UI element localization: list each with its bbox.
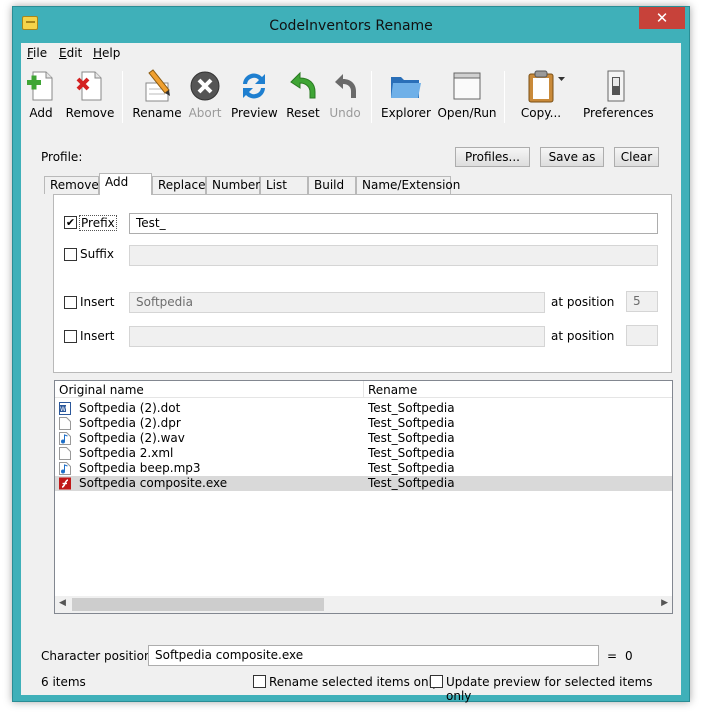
character-position-result: 0: [625, 649, 633, 663]
character-position-input[interactable]: Softpedia composite.exe: [148, 645, 599, 666]
rename-selected-only-checkbox[interactable]: [253, 675, 266, 688]
update-preview-selected-checkbox[interactable]: [430, 675, 443, 688]
scroll-right-arrow-icon[interactable]: ▶: [661, 598, 668, 608]
add-tab-panel: ✔ Prefix Test_ Suffix Insert Softpedia a…: [53, 194, 672, 373]
toolbar-separator: [371, 71, 372, 123]
column-divider[interactable]: [363, 381, 364, 398]
equals-sign: =: [607, 649, 618, 663]
window-icon: [451, 69, 483, 103]
tab-replace[interactable]: Replace: [152, 176, 206, 194]
profile-label: Profile:: [41, 150, 83, 164]
column-rename[interactable]: Rename: [368, 383, 417, 397]
word-doc-icon: W: [59, 402, 71, 415]
tab-add[interactable]: Add: [99, 173, 152, 195]
blank-file-icon: [59, 447, 71, 460]
toolbar-separator: [122, 71, 123, 123]
profiles-button[interactable]: Profiles...: [455, 147, 530, 167]
folder-icon: [389, 69, 421, 103]
menu-bar: File Edit Help: [21, 43, 681, 63]
tab-number[interactable]: Number: [206, 176, 260, 194]
suffix-checkbox[interactable]: [64, 248, 77, 261]
window-title: CodeInventors Rename: [269, 18, 433, 34]
abort-icon: [189, 69, 221, 103]
menu-file[interactable]: File: [27, 46, 47, 60]
insert-text-input-2[interactable]: [129, 326, 545, 347]
copy-button[interactable]: Copy...: [513, 69, 569, 127]
remove-file-icon: [74, 69, 106, 103]
item-count: 6 items: [41, 675, 86, 689]
save-as-button[interactable]: Save as: [540, 147, 604, 167]
prefix-checkbox[interactable]: ✔: [64, 216, 77, 229]
column-original-name[interactable]: Original name: [59, 383, 144, 397]
svg-text:W: W: [60, 406, 66, 413]
tab-build[interactable]: Build: [308, 176, 356, 194]
app-window: CodeInventors Rename ✕ File Edit Help Ad…: [12, 6, 690, 703]
prefix-input[interactable]: Test_: [129, 213, 658, 234]
reset-button[interactable]: Reset: [285, 69, 321, 127]
explorer-button[interactable]: Explorer: [381, 69, 431, 127]
insert-text-input-1[interactable]: Softpedia: [129, 292, 545, 313]
tab-list[interactable]: List: [260, 176, 308, 194]
suffix-label: Suffix: [80, 247, 114, 261]
rename-selected-only-label: Rename selected items only: [269, 675, 440, 689]
add-file-icon: [25, 69, 57, 103]
close-button[interactable]: ✕: [639, 7, 685, 29]
remove-button[interactable]: Remove: [65, 69, 115, 127]
abort-button[interactable]: Abort: [187, 69, 223, 127]
list-row[interactable]: Softpedia beep.mp3 Test_Softpedia: [55, 461, 672, 476]
audio-file-icon: [59, 462, 71, 475]
file-list[interactable]: Original name Rename W Softpedia (2).dot…: [54, 380, 673, 614]
open-run-button[interactable]: Open/Run: [437, 69, 497, 127]
insert-label-1: Insert: [80, 295, 115, 309]
undo-arrow-icon: [287, 69, 319, 103]
character-position-label: Character position: [41, 649, 152, 663]
list-row[interactable]: Softpedia 2.xml Test_Softpedia: [55, 446, 672, 461]
undo-icon: [329, 69, 361, 103]
at-position-label-1: at position: [551, 295, 615, 309]
at-position-label-2: at position: [551, 329, 615, 343]
audio-file-icon: [59, 432, 71, 445]
list-row[interactable]: Softpedia (2).dpr Test_Softpedia: [55, 416, 672, 431]
switch-icon: [600, 69, 632, 103]
flash-exe-icon: [59, 477, 71, 490]
add-button[interactable]: Add: [24, 69, 58, 127]
blank-file-icon: [59, 417, 71, 430]
tab-name-extension[interactable]: Name/Extension: [356, 176, 460, 194]
insert-label-2: Insert: [80, 329, 115, 343]
scrollbar-thumb[interactable]: [72, 598, 324, 611]
clear-button[interactable]: Clear: [614, 147, 659, 167]
title-bar[interactable]: CodeInventors Rename ✕: [13, 7, 689, 43]
horizontal-scrollbar[interactable]: ◀ ▶: [55, 596, 672, 613]
tab-remove[interactable]: Remove: [44, 176, 99, 194]
menu-edit[interactable]: Edit: [59, 46, 82, 60]
preferences-button[interactable]: Preferences: [583, 69, 654, 127]
scroll-left-arrow-icon[interactable]: ◀: [59, 598, 66, 608]
list-row-selected[interactable]: Softpedia composite.exe Test_Softpedia: [55, 476, 672, 491]
toolbar-separator: [504, 71, 505, 123]
suffix-input[interactable]: [129, 245, 658, 266]
pencil-paper-icon: [141, 69, 173, 103]
insert-checkbox-1[interactable]: [64, 296, 77, 309]
clipboard-icon: [525, 69, 565, 103]
undo-button[interactable]: Undo: [327, 69, 363, 127]
list-row[interactable]: Softpedia (2).wav Test_Softpedia: [55, 431, 672, 446]
rename-button[interactable]: Rename: [132, 69, 182, 127]
refresh-icon: [238, 69, 270, 103]
insert-position-input-1[interactable]: 5: [626, 291, 658, 312]
list-header: Original name Rename: [55, 381, 672, 398]
insert-position-input-2[interactable]: [626, 325, 658, 346]
list-row[interactable]: W Softpedia (2).dot Test_Softpedia: [55, 401, 672, 416]
client-area: File Edit Help Add Remove Rename Abort P…: [21, 43, 681, 703]
menu-help[interactable]: Help: [93, 46, 120, 60]
preview-button[interactable]: Preview: [231, 69, 278, 127]
prefix-label: Prefix: [79, 215, 117, 231]
insert-checkbox-2[interactable]: [64, 330, 77, 343]
update-preview-selected-label: Update preview for selected items only: [446, 675, 653, 703]
toolbar: Add Remove Rename Abort Preview Reset Un…: [21, 65, 681, 127]
